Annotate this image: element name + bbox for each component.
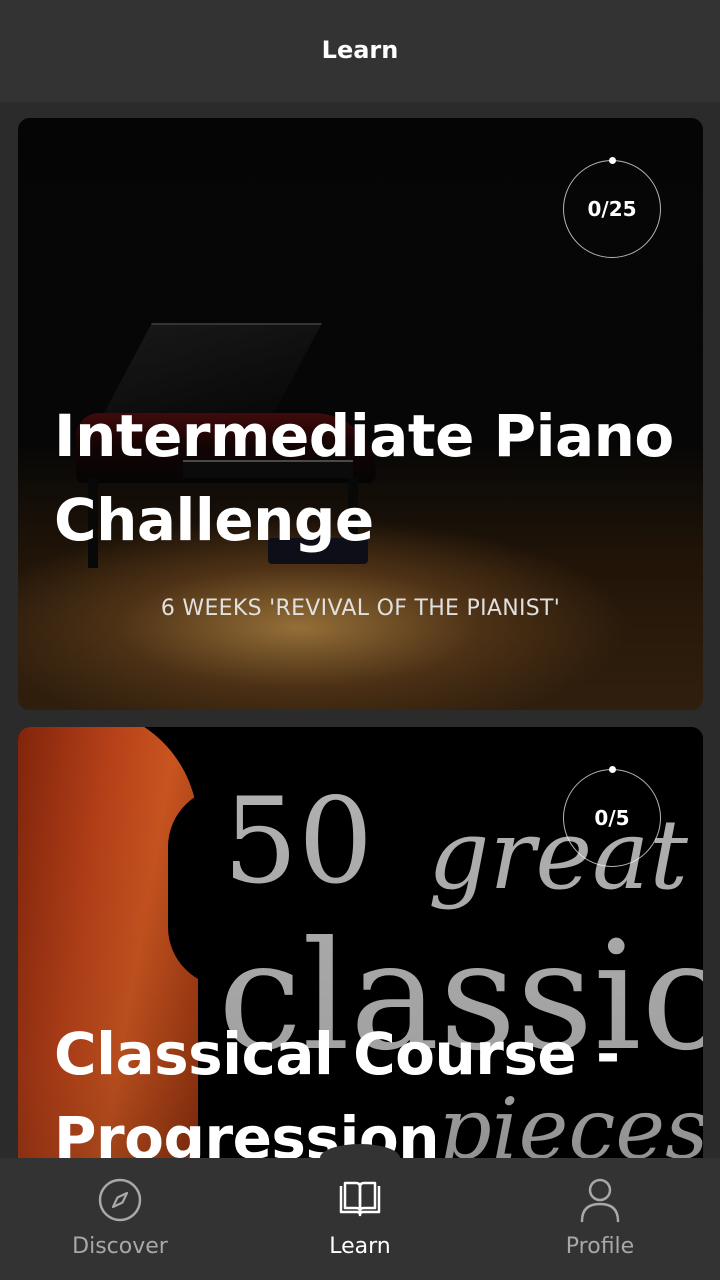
progress-count: 0/5 [594, 806, 630, 830]
compass-icon [96, 1176, 144, 1224]
nav-item-profile[interactable]: Profile [500, 1176, 700, 1276]
top-bar: Learn [0, 0, 720, 102]
course-title: Intermediate Piano Challenge [54, 402, 674, 554]
active-indicator-notch [320, 1144, 400, 1172]
progress-dot [608, 157, 616, 164]
course-card-intermediate-piano[interactable]: 0/25 Intermediate Piano Challenge 6 WEEK… [18, 118, 703, 710]
nav-label-discover: Discover [72, 1234, 168, 1259]
nav-label-learn: Learn [329, 1234, 391, 1259]
progress-ring: 0/5 [563, 766, 661, 867]
nav-item-learn[interactable]: Learn [260, 1176, 460, 1276]
bottom-navigation: Discover Learn Profile [0, 1144, 720, 1280]
book-icon [336, 1176, 384, 1224]
course-subtitle: 6 WEEKS 'REVIVAL OF THE PIANIST' [160, 596, 561, 621]
page-title: Learn [321, 36, 399, 64]
nav-label-profile: Profile [565, 1234, 635, 1259]
person-icon [576, 1176, 624, 1224]
nav-item-discover[interactable]: Discover [20, 1176, 220, 1276]
progress-count: 0/25 [587, 197, 637, 221]
app: Learn 0/25 Intermediate Piano Challenge … [0, 0, 720, 1280]
progress-dot [608, 766, 616, 773]
progress-ring: 0/25 [563, 157, 661, 258]
